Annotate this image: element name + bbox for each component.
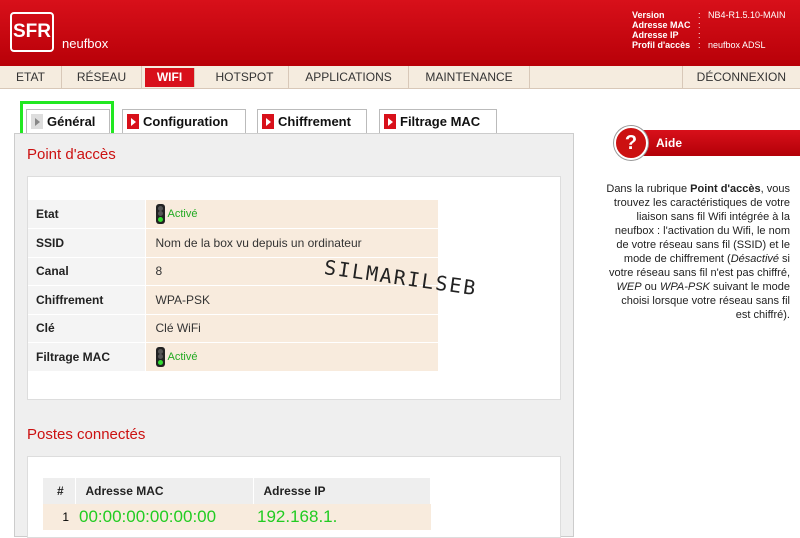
nav-wifi[interactable]: WIFI bbox=[145, 68, 195, 87]
tab-filtrage-mac[interactable]: Filtrage MAC bbox=[379, 109, 497, 133]
key-value: Clé WiFi bbox=[145, 314, 438, 343]
row-label: Chiffrement bbox=[28, 285, 146, 315]
tab-chiffrement[interactable]: Chiffrement bbox=[257, 109, 367, 133]
nav-applications[interactable]: APPLICATIONS bbox=[289, 66, 409, 89]
col-header: Adresse MAC bbox=[75, 478, 254, 504]
neufbox-logo-text: neufbox bbox=[62, 36, 109, 51]
table-row: Chiffrement WPA-PSK bbox=[28, 285, 438, 315]
traffic-light-icon bbox=[155, 204, 165, 224]
table-row: 1 00:00:00:00:00:00 192.168.1. bbox=[43, 504, 431, 530]
clients-table: # Adresse MAC Adresse IP 1 00:00:00:00:0… bbox=[43, 478, 431, 530]
nav-maintenance[interactable]: MAINTENANCE bbox=[409, 66, 530, 89]
col-header: # bbox=[43, 478, 76, 504]
row-label: Filtrage MAC bbox=[28, 342, 146, 372]
row-label: Etat bbox=[28, 200, 146, 229]
ssid-value: Nom de la box vu depuis un ordinateur bbox=[145, 228, 438, 258]
access-point-title: Point d'accès bbox=[27, 146, 116, 163]
nav-hotspot[interactable]: HOTSPOT bbox=[201, 66, 289, 89]
tab-configuration[interactable]: Configuration bbox=[122, 109, 246, 133]
header: SFR neufbox Version: NB4-R1.5.10-MAIN Adr… bbox=[0, 0, 800, 66]
row-label: SSID bbox=[28, 228, 146, 258]
table-header-row: # Adresse MAC Adresse IP bbox=[43, 478, 431, 504]
encryption-value: WPA-PSK bbox=[145, 285, 438, 315]
main-nav: ETAT RÉSEAU WIFI HOTSPOT APPLICATIONS MA… bbox=[0, 66, 800, 89]
help-text: Dans la rubrique Point d'accès, vous tro… bbox=[606, 183, 790, 321]
info-version: Version: NB4-R1.5.10-MAIN bbox=[632, 10, 786, 20]
row-value: Activé bbox=[145, 200, 438, 229]
clients-title: Postes connectés bbox=[27, 426, 146, 443]
col-header: Adresse IP bbox=[253, 478, 431, 504]
row-value: Activé bbox=[145, 342, 438, 372]
info-ip: Adresse IP: bbox=[632, 30, 701, 40]
arrow-icon bbox=[127, 114, 139, 129]
nav-reseau[interactable]: RÉSEAU bbox=[62, 66, 142, 89]
table-row: SSID Nom de la box vu depuis un ordinate… bbox=[28, 228, 438, 258]
row-label: Clé bbox=[28, 314, 146, 343]
mac-address: 00:00:00:00:00:00 bbox=[75, 504, 253, 530]
logout-link[interactable]: DÉCONNEXION bbox=[681, 66, 786, 89]
row-label: Canal bbox=[28, 257, 146, 286]
arrow-icon bbox=[262, 114, 274, 129]
nav-etat[interactable]: ETAT bbox=[0, 66, 62, 89]
help-icon: ? bbox=[614, 126, 648, 160]
traffic-light-icon bbox=[155, 346, 165, 367]
arrow-icon bbox=[384, 114, 396, 129]
info-mac: Adresse MAC: bbox=[632, 20, 701, 30]
table-row: Filtrage MAC Activé bbox=[28, 342, 438, 372]
info-profile: Profil d'accès: neufbox ADSL bbox=[632, 40, 766, 50]
table-row: Etat Activé bbox=[28, 200, 438, 229]
ip-address: 192.168.1. bbox=[253, 504, 431, 530]
row-number: 1 bbox=[43, 504, 75, 530]
device-info: Version: NB4-R1.5.10-MAIN Adresse MAC: Ad… bbox=[632, 10, 786, 50]
table-row: Clé Clé WiFi bbox=[28, 314, 438, 343]
help-bar: Aide bbox=[630, 130, 800, 156]
sfr-logo[interactable]: SFR bbox=[10, 12, 54, 52]
